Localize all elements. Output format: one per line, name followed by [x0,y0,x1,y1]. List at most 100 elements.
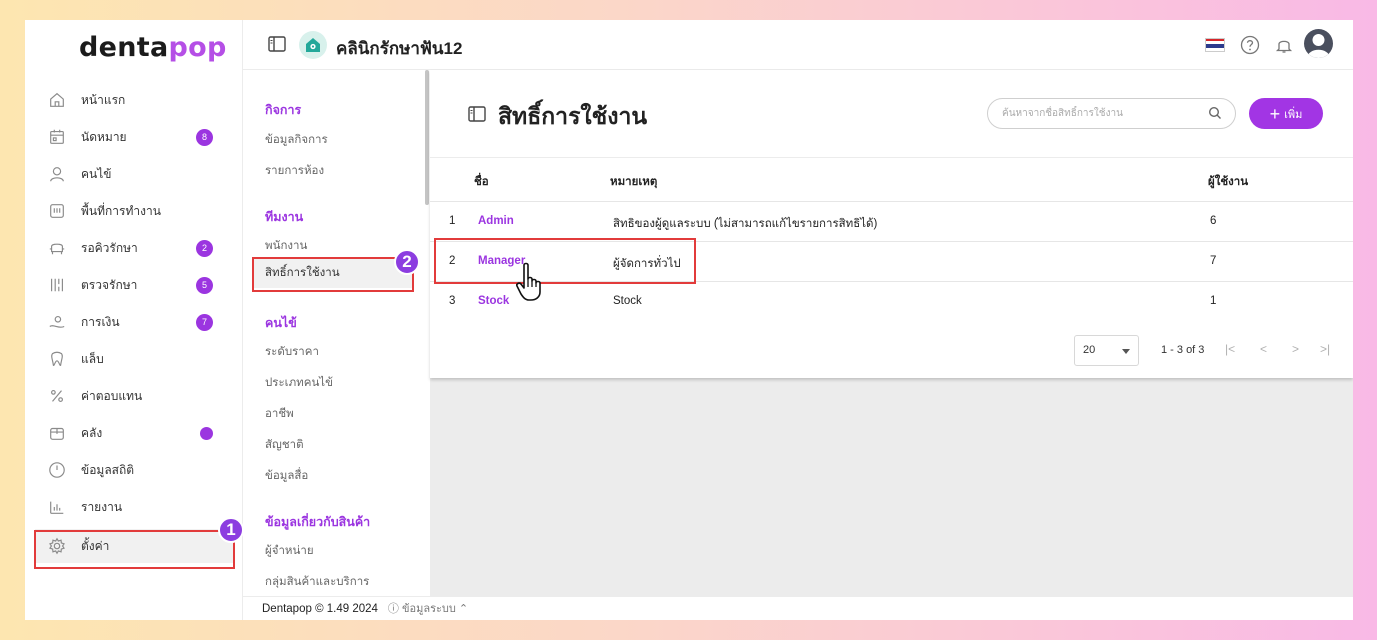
submenu-item-patient-type[interactable]: ประเภทคนไข้ [265,374,333,392]
notification-dot [200,426,213,440]
submenu-item-product-groups[interactable]: กลุ่มสินค้าและบริการ [265,573,369,591]
sidebar-item-label: ข้อมูลสถิติ [81,462,135,477]
count-badge: 2 [196,239,213,257]
footer: Dentapop © 1.49 2024 ⓘ ข้อมูลระบบ ⌃ [243,596,1353,620]
plus-icon: + [1269,103,1281,124]
highlight-manager-row [434,238,696,284]
table-row[interactable]: 3 Stock Stock 1 [430,282,1353,322]
submenu-item-suppliers[interactable]: ผู้จำหน่าย [265,542,314,560]
clinic-home-icon [299,31,327,59]
sidebar-item-treatment[interactable]: ตรวจรักษา 5 [35,268,235,302]
scrollbar[interactable] [425,70,429,205]
version-text: Dentapop © 1.49 2024 [262,603,378,615]
sidebar-item-label: ค่าตอบแทน [81,388,143,403]
add-button-label: เพิ่ม [1284,108,1303,121]
tooth-icon [47,349,67,369]
role-name-link[interactable]: Admin [478,215,514,227]
column-header-note[interactable]: หมายเหตุ [610,173,657,191]
prev-page-button[interactable]: < [1260,342,1267,356]
first-page-button[interactable]: |< [1225,342,1235,356]
submenu-item-price-level[interactable]: ระดับราคา [265,343,319,361]
sidebar-item-label: แล็บ [81,351,104,366]
sidebar-item-label: รายงาน [81,499,123,514]
submenu-item-rooms[interactable]: รายการห้อง [265,162,324,180]
sidebar-item-workspace[interactable]: พื้นที่การทำงาน [35,194,235,228]
sidebar-item-label: พื้นที่การทำงาน [81,203,161,218]
submenu-heading-patients: คนไข้ [265,316,297,330]
count-badge: 5 [196,276,213,294]
page-size-value: 20 [1083,344,1096,356]
workspace-icon [47,201,67,221]
search-input[interactable] [987,98,1236,129]
sidebar-item-queue[interactable]: รอคิวรักษา 2 [35,231,235,265]
sidebar-item-label: การเงิน [81,314,120,329]
system-info-link[interactable]: ⓘ ข้อมูลระบบ ⌃ [388,603,468,615]
row-number: 1 [449,215,456,227]
sidebar-item-reports[interactable]: รายงาน [35,490,235,524]
submenu-item-staff[interactable]: พนักงาน [265,237,307,255]
page-size-select[interactable]: 20 [1074,335,1139,366]
next-page-button[interactable]: > [1292,342,1299,356]
submenu-heading-team: ทีมงาน [265,210,304,224]
help-icon[interactable] [1240,35,1260,55]
sidebar-item-lab[interactable]: แล็บ [35,342,235,376]
chevron-down-icon [1122,349,1130,354]
table-row[interactable]: 1 Admin สิทธิของผู้ดูแลระบบ (ไม่สามารถแก… [430,202,1353,242]
submenu-item-nationality[interactable]: สัญชาติ [265,436,304,454]
sidebar-item-label: ตรวจรักษา [81,277,138,292]
step-badge-2: 2 [394,249,420,275]
highlight-settings [34,530,235,569]
submenu-item-business-info[interactable]: ข้อมูลกิจการ [265,131,328,149]
panel-icon [468,106,486,122]
avatar[interactable] [1304,29,1333,58]
bell-icon[interactable] [1274,35,1294,55]
last-page-button[interactable]: >| [1320,342,1330,356]
home-icon [47,90,67,110]
box-icon [47,423,67,443]
pagination-range: 1 - 3 of 3 [1161,344,1205,356]
panel-toggle-icon[interactable] [268,36,286,52]
sidebar-item-label: คนไข้ [81,166,112,181]
sidebar-item-finance[interactable]: การเงิน 7 [35,305,235,339]
sidebar-item-label: นัดหมาย [81,129,127,144]
table-header: ชื่อ หมายเหตุ ผู้ใช้งาน [430,157,1353,202]
calendar-icon [47,127,67,147]
settings-submenu: กิจการ ข้อมูลกิจการ รายการห้อง ทีมงาน พน… [243,70,429,596]
column-header-users[interactable]: ผู้ใช้งาน [1208,173,1248,191]
permissions-card: สิทธิ์การใช้งาน +เพิ่ม ชื่อ หมายเหตุ ผู้… [430,70,1353,378]
role-note: สิทธิของผู้ดูแลระบบ (ไม่สามารถแก้ไขรายกา… [613,218,878,230]
role-user-count: 7 [1210,255,1217,267]
top-header: คลินิกรักษาฟัน12 [243,20,1353,70]
hand-cursor-icon [516,262,541,301]
role-name-link[interactable]: Stock [478,295,509,307]
thai-flag-icon[interactable] [1205,38,1225,52]
tools-icon [47,275,67,295]
sidebar-item-compensation[interactable]: ค่าตอบแทน [35,379,235,413]
sidebar-item-inventory[interactable]: คลัง [35,416,235,450]
app-logo[interactable]: dentapop [79,32,227,63]
submenu-heading-business: กิจการ [265,103,302,117]
money-icon [47,312,67,332]
step-badge-1: 1 [218,517,244,543]
sidebar-item-home[interactable]: หน้าแรก [35,83,235,117]
sidebar-item-appointments[interactable]: นัดหมาย 8 [35,120,235,154]
role-user-count: 1 [1210,295,1217,307]
add-button[interactable]: + เพิ่ม [1249,98,1323,129]
report-icon [47,497,67,517]
user-icon [47,164,67,184]
sidebar-item-label: คลัง [81,425,103,440]
column-header-name[interactable]: ชื่อ [474,173,489,191]
submenu-item-media[interactable]: ข้อมูลสื่อ [265,467,308,485]
row-number: 3 [449,295,456,307]
sidebar-item-statistics[interactable]: ข้อมูลสถิติ [35,453,235,487]
count-badge: 8 [196,128,213,146]
submenu-item-occupation[interactable]: อาชีพ [265,405,294,423]
submenu-heading-products: ข้อมูลเกี่ยวกับสินค้า [265,515,371,529]
sidebar-item-patients[interactable]: คนไข้ [35,157,235,191]
percent-icon [47,386,67,406]
role-note: Stock [613,295,642,307]
clinic-name[interactable]: คลินิกรักษาฟัน12 [336,35,462,62]
sidebar-item-label: รอคิวรักษา [81,240,138,255]
search-icon[interactable] [1208,106,1222,120]
page-title: สิทธิ์การใช้งาน [498,103,648,129]
